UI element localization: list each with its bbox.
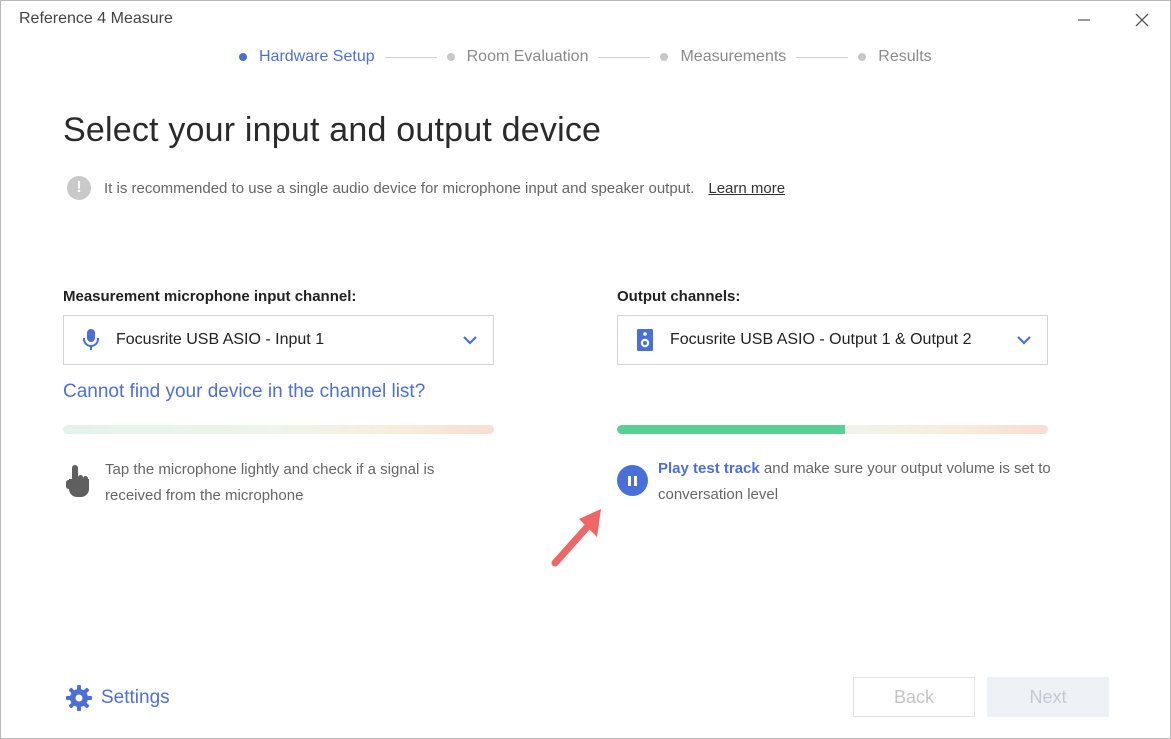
step-label: Hardware Setup xyxy=(259,48,375,65)
step-connector xyxy=(384,56,437,58)
play-test-track-link[interactable]: Play test track xyxy=(658,460,760,477)
step-room-evaluation: Room Evaluation xyxy=(446,48,589,66)
gear-icon xyxy=(66,685,92,711)
minimize-button[interactable] xyxy=(1064,7,1104,33)
close-icon xyxy=(1135,13,1149,27)
output-hint-text: Play test track and make sure your outpu… xyxy=(658,456,1058,508)
step-hardware-setup: Hardware Setup xyxy=(239,48,375,66)
step-connector xyxy=(796,56,849,58)
speaker-icon xyxy=(634,327,656,353)
notice-text: It is recommended to use a single audio … xyxy=(104,179,695,197)
learn-more-link[interactable]: Learn more xyxy=(708,180,785,197)
pause-test-track-button[interactable] xyxy=(617,465,648,496)
step-connector xyxy=(598,56,651,58)
progress-stepper: Hardware Setup Room Evaluation Measureme… xyxy=(239,47,932,67)
app-window: Reference 4 Measure Hardware Setup Room … xyxy=(0,0,1171,739)
step-dot xyxy=(446,53,455,61)
step-label: Measurements xyxy=(680,48,787,65)
output-channel-select[interactable]: Focusrite USB ASIO - Output 1 & Output 2 xyxy=(617,315,1048,365)
annotation-arrow-icon xyxy=(551,509,601,567)
close-button[interactable] xyxy=(1122,7,1162,33)
step-dot-active xyxy=(239,53,247,61)
recommendation-notice: ! It is recommended to use a single audi… xyxy=(67,176,785,200)
pause-icon xyxy=(627,475,639,486)
step-label: Room Evaluation xyxy=(466,48,589,65)
input-hint-text: Tap the microphone lightly and check if … xyxy=(105,461,435,504)
next-button[interactable]: Next xyxy=(987,677,1109,717)
step-results: Results xyxy=(858,48,932,66)
input-channel-label: Measurement microphone input channel: xyxy=(63,288,357,305)
step-dot xyxy=(858,53,867,61)
tap-hand-icon xyxy=(65,464,93,503)
info-icon: ! xyxy=(67,176,91,200)
settings-label: Settings xyxy=(101,687,170,708)
chevron-down-icon xyxy=(461,333,479,347)
output-channel-value: Focusrite USB ASIO - Output 1 & Output 2 xyxy=(670,331,972,348)
output-level-meter xyxy=(617,425,1048,434)
input-channel-value: Focusrite USB ASIO - Input 1 xyxy=(116,331,325,348)
output-level-fill xyxy=(617,425,846,434)
microphone-icon xyxy=(80,327,102,353)
title-bar: Reference 4 Measure xyxy=(1,1,1170,37)
window-title: Reference 4 Measure xyxy=(19,10,173,27)
output-channels-label: Output channels: xyxy=(617,288,741,305)
page-title: Select your input and output device xyxy=(63,111,602,149)
minimize-icon xyxy=(1078,19,1090,21)
input-channel-select[interactable]: Focusrite USB ASIO - Input 1 xyxy=(63,315,494,365)
input-level-meter xyxy=(63,425,494,434)
step-measurements: Measurements xyxy=(660,48,786,66)
cannot-find-device-link[interactable]: Cannot find your device in the channel l… xyxy=(63,381,425,403)
back-button[interactable]: Back xyxy=(853,677,975,717)
step-label: Results xyxy=(878,48,932,65)
chevron-down-icon xyxy=(1015,333,1033,347)
settings-button[interactable]: Settings xyxy=(65,684,170,712)
step-dot xyxy=(660,53,669,61)
